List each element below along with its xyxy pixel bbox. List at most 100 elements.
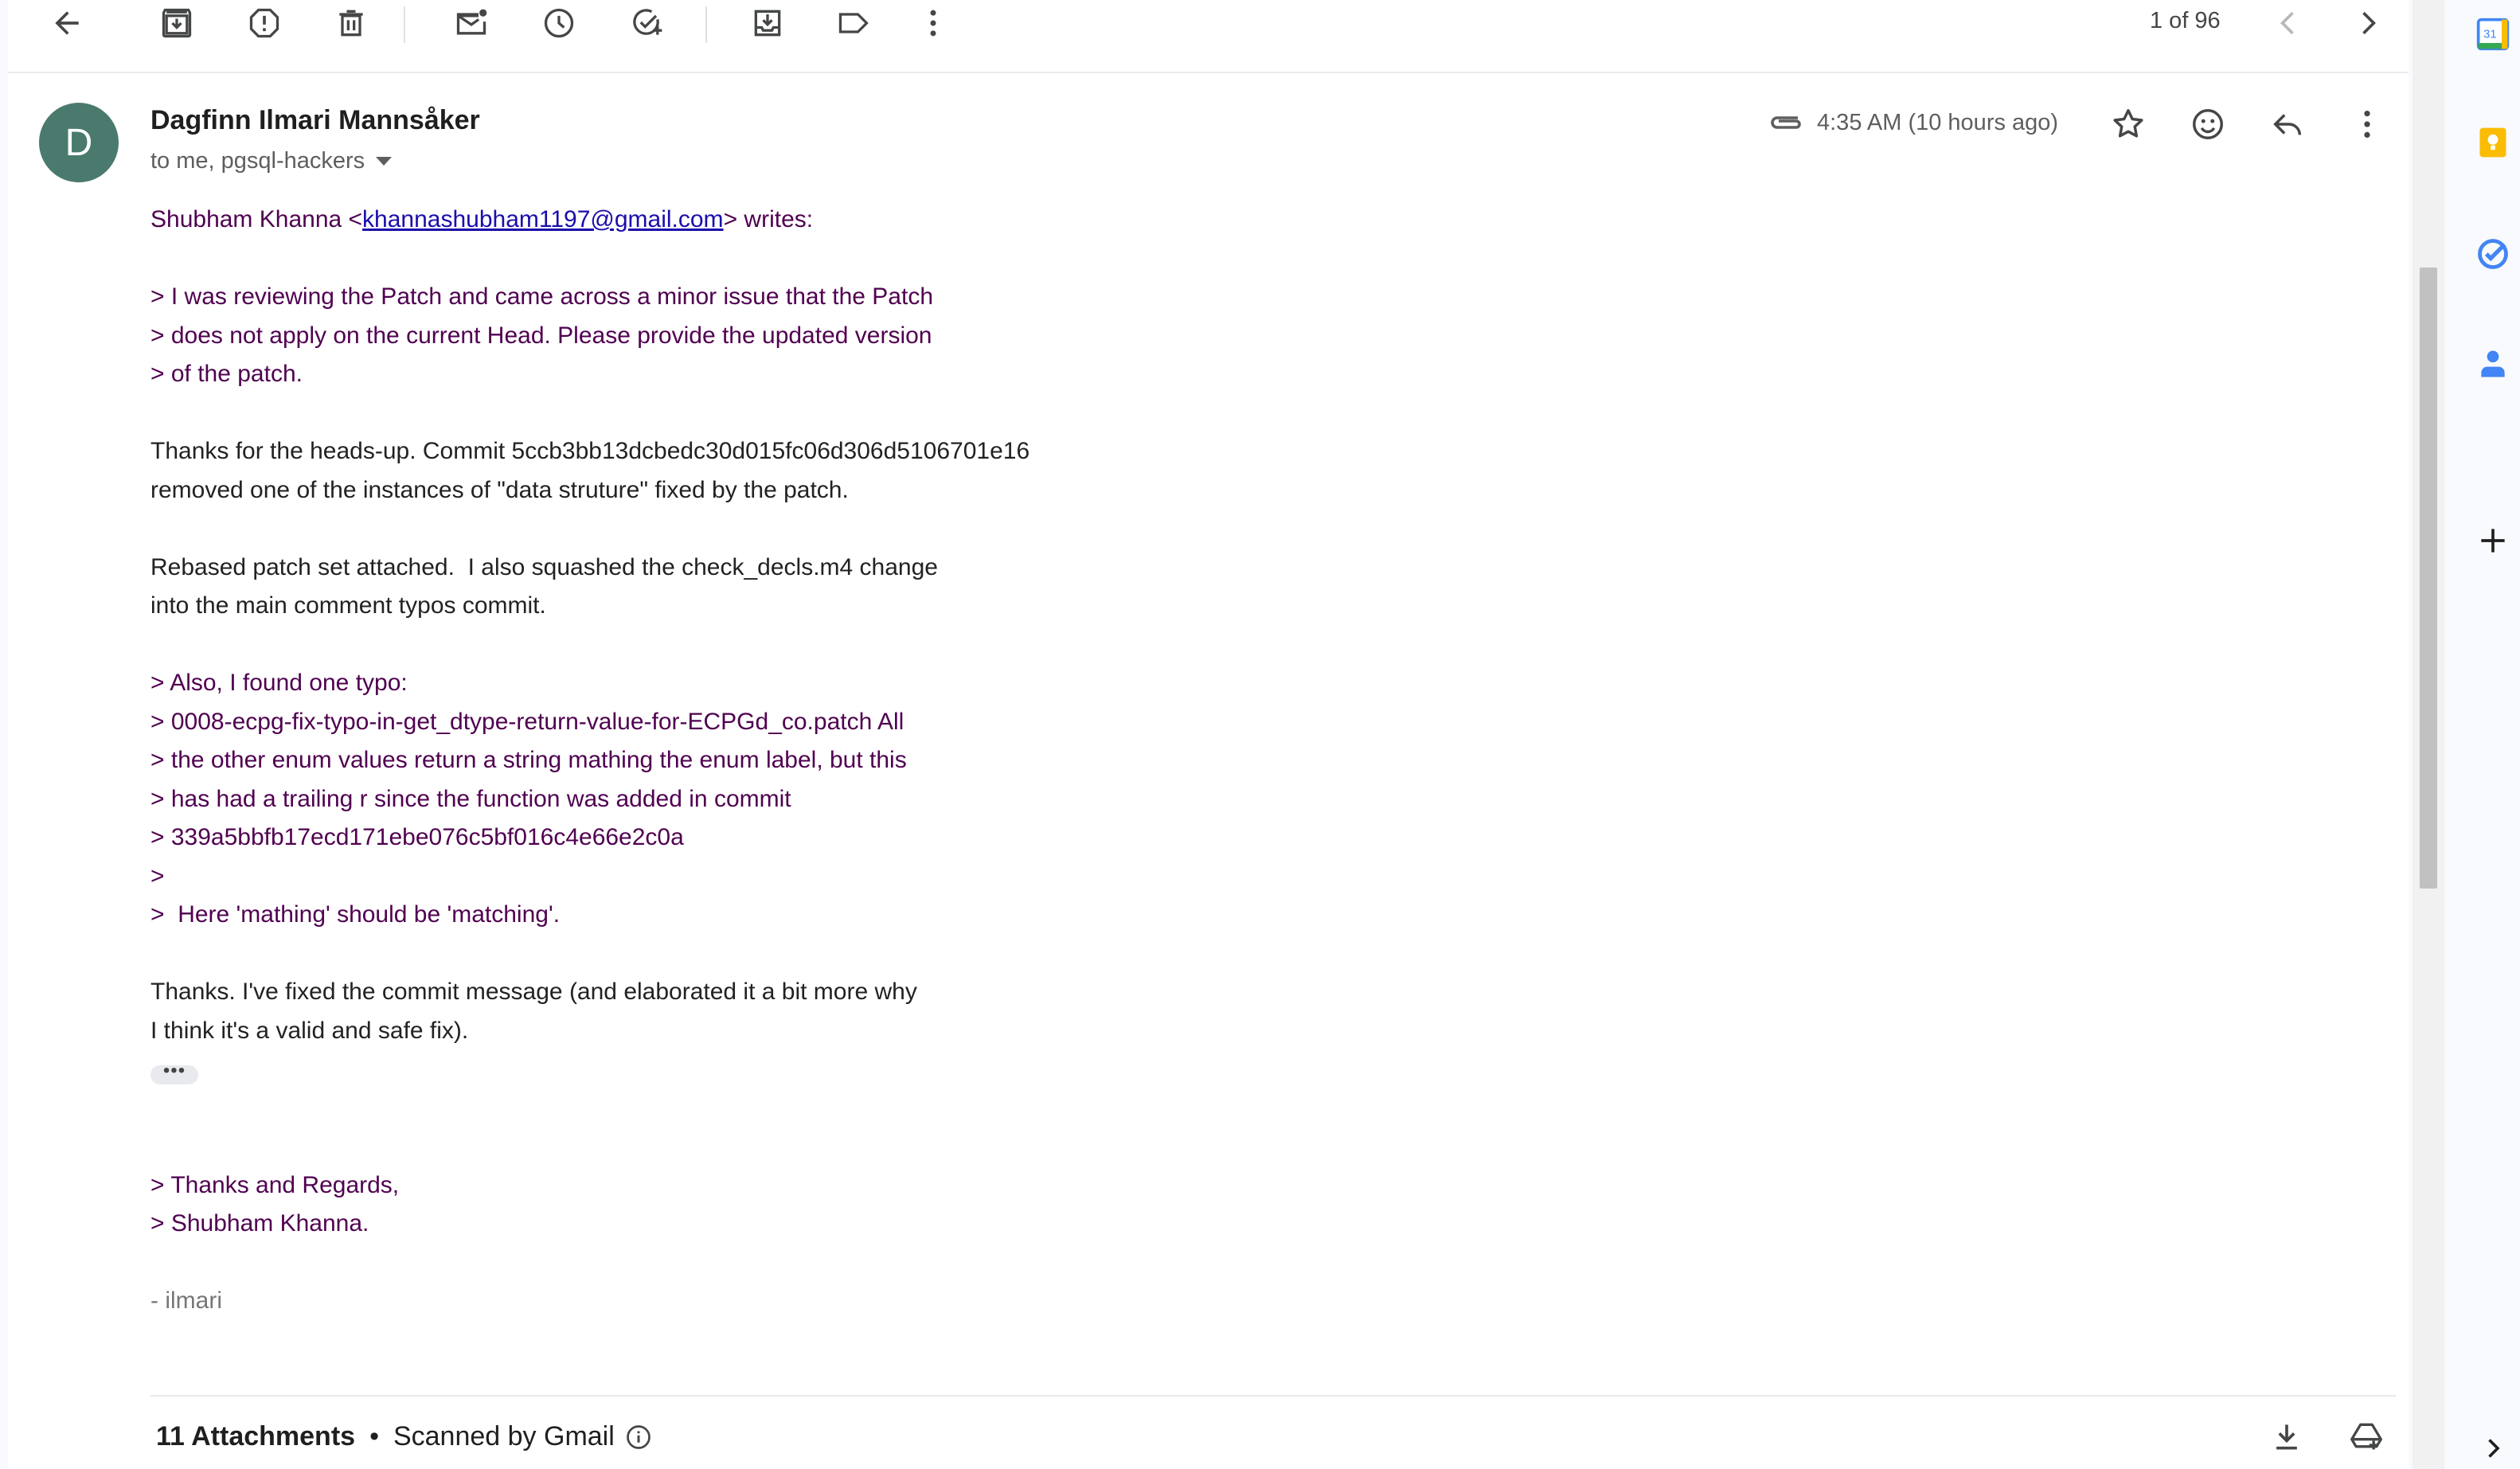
quoted-line: > Here 'mathing' should be 'matching'. [150,901,561,928]
separator-bullet: • [369,1421,379,1451]
archive-icon [162,8,192,38]
calendar-icon: 31 [2476,18,2510,51]
caret-down-icon [376,157,393,166]
more-vert-icon [2364,110,2370,139]
report-spam-icon [249,8,279,38]
attachments-header: 11 Attachments • Scanned by Gmail [156,1421,653,1452]
get-addons-button[interactable] [2475,522,2511,559]
message-time[interactable]: 4:35 AM (10 hours ago) [1817,110,2058,136]
reply-button[interactable] [2267,104,2308,145]
quoted-line: > the other enum values return a string … [150,747,907,773]
older-button[interactable] [2349,4,2387,42]
quoted-line: > I was reviewing the Patch and came acr… [150,283,933,310]
sender-email-link[interactable]: khannashubham1197@gmail.com [362,206,724,232]
tasks-icon [2478,239,2508,269]
contacts-icon [2481,350,2505,377]
toolbar-divider [404,6,405,43]
scrollbar-thumb[interactable] [2420,268,2437,889]
message-toolbar: 1 of 96 [8,0,2409,73]
attachment-clip-icon [1771,116,1801,129]
quote-intro-prefix: Shubham Khanna < [150,206,363,232]
quoted-line: > Also, I found one typo: [150,670,408,696]
more-options-button[interactable] [914,4,952,42]
archive-button[interactable] [158,4,196,42]
expand-side-panel-button[interactable] [2475,1430,2511,1467]
mark-unread-button[interactable] [452,4,490,42]
toolbar-divider [705,6,707,43]
info-icon[interactable] [624,1423,653,1451]
snooze-icon [544,8,574,38]
move-to-button[interactable] [748,4,787,42]
back-arrow-icon [55,11,79,35]
star-button[interactable] [2108,104,2149,145]
message-meta: 4:35 AM (10 hours ago) [1766,107,2058,139]
quoted-line: > of the patch. [150,361,303,387]
keep-app-button[interactable] [2475,124,2511,161]
message-body: Shubham Khanna <khannashubham1197@gmail.… [150,201,2380,1321]
quoted-line: > 0008-ecpg-fix-typo-in-get_dtype-return… [150,708,904,735]
download-all-button[interactable] [2268,1417,2306,1455]
sender-avatar[interactable]: D [39,103,119,182]
back-button[interactable] [48,4,86,42]
attachments-divider [150,1395,2396,1397]
label-icon [838,13,869,33]
chevron-right-icon [2488,1439,2500,1458]
add-icon [2481,529,2505,553]
show-trimmed-row: ••• [150,1050,2380,1089]
quoted-line: > [150,862,165,889]
body-line: removed one of the instances of "data st… [150,476,849,503]
delete-icon [339,10,363,37]
quote-intro-suffix: > writes: [723,206,814,232]
label-button[interactable] [834,4,873,42]
move-to-icon [754,10,781,37]
quoted-line: > does not apply on the current Head. Pl… [150,322,932,349]
report-spam-button[interactable] [245,4,283,42]
add-to-tasks-icon [633,9,662,35]
show-trimmed-content-button[interactable]: ••• [150,1061,198,1084]
add-reaction-button[interactable] [2187,104,2229,145]
side-panel: 31 [2444,0,2520,1469]
message-view: 1 of 96 D Dagfinn Ilmari Mannsåker to me… [8,0,2409,1469]
body-line: into the main comment typos commit. [150,592,546,619]
delete-button[interactable] [332,4,370,42]
attachments-count: 11 Attachments [156,1421,356,1451]
emoji-icon [2193,109,2223,139]
snooze-button[interactable] [540,4,578,42]
recipients-dropdown[interactable]: to me, pgsql-hackers [150,148,393,174]
sender-name[interactable]: Dagfinn Ilmari Mannsåker [150,105,480,136]
body-line: I think it's a valid and safe fix). [150,1017,469,1044]
recipients-label: to me, pgsql-hackers [150,148,365,174]
vertical-scrollbar[interactable] [2413,0,2444,1469]
add-to-tasks-button[interactable] [628,4,666,42]
calendar-app-button[interactable]: 31 [2475,16,2511,53]
chevron-right-icon [2362,11,2376,35]
message-more-button[interactable] [2346,104,2388,145]
download-icon [2276,1424,2297,1450]
pagination-count: 1 of 96 [2150,8,2221,33]
tasks-app-button[interactable] [2475,236,2511,272]
calendar-day-label: 31 [2483,29,2496,41]
quoted-line: > 339a5bbfb17ecd171ebe076c5bf016c4e66e2c… [150,824,684,850]
save-to-drive-icon [2350,1423,2382,1450]
newer-button[interactable] [2269,4,2307,42]
contacts-app-button[interactable] [2475,346,2511,382]
body-line: Thanks. I've fixed the commit message (a… [150,979,917,1005]
star-icon [2113,109,2143,138]
chevron-left-icon [2280,11,2294,35]
quoted-line: > Shubham Khanna. [150,1210,369,1237]
signature-line: - ilmari [150,1287,222,1314]
quoted-line: > Thanks and Regards, [150,1171,400,1198]
mark-unread-icon [456,9,487,35]
reply-icon [2273,114,2302,135]
scanned-by-gmail-label: Scanned by Gmail [393,1421,615,1451]
save-all-to-drive-button[interactable] [2347,1417,2385,1455]
keep-icon [2479,127,2506,158]
